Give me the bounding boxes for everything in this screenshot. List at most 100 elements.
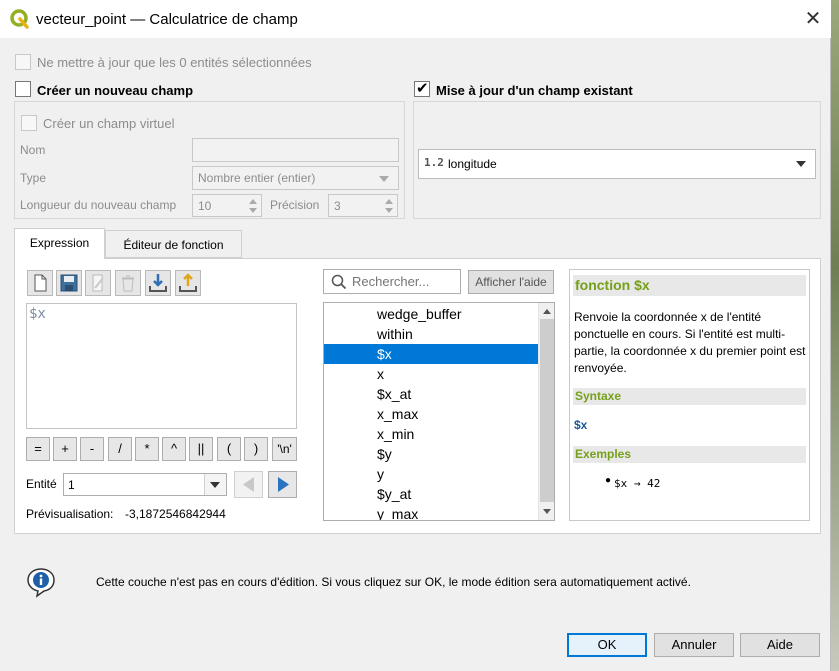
virtual-field-checkbox[interactable] xyxy=(21,115,37,131)
length-value: 10 xyxy=(198,199,212,213)
operator-equals-button[interactable]: = xyxy=(26,437,50,461)
field-calculator-dialog: vecteur_point — Calculatrice de champ ✕ … xyxy=(0,0,831,671)
chevron-down-icon xyxy=(210,482,220,488)
length-label: Longueur du nouveau champ xyxy=(20,198,177,212)
operator-plus-button[interactable]: + xyxy=(53,437,77,461)
scroll-up-icon[interactable] xyxy=(542,307,552,315)
arrow-left-icon xyxy=(243,477,254,492)
export-button[interactable] xyxy=(175,270,201,296)
window-title: vecteur_point — Calculatrice de champ xyxy=(36,11,298,28)
operator-concat-button[interactable]: || xyxy=(189,437,213,461)
entity-dropdown-button[interactable] xyxy=(204,474,226,495)
function-list-item[interactable]: $y xyxy=(324,444,538,464)
spin-arrows-icon[interactable] xyxy=(246,196,260,216)
expression-text: $x xyxy=(29,306,46,322)
function-list-item[interactable]: wedge_buffer xyxy=(324,304,538,324)
help-description: Renvoie la coordonnée x de l'entité ponc… xyxy=(574,310,806,375)
function-list-item[interactable]: $x_at xyxy=(324,384,538,404)
update-existing-field-checkbox[interactable] xyxy=(414,79,430,97)
entity-value: 1 xyxy=(68,478,75,492)
precision-label: Précision xyxy=(270,198,320,212)
help-examples-heading: Exemples xyxy=(573,446,806,463)
entity-label: Entité xyxy=(26,477,57,491)
operator-divide-button[interactable]: / xyxy=(108,437,132,461)
only-selected-label: Ne mettre à jour que les 0 entités sélec… xyxy=(37,55,312,70)
operator-open-paren-button[interactable]: ( xyxy=(217,437,241,461)
create-new-field-label: Créer un nouveau champ xyxy=(37,83,194,98)
close-icon[interactable]: ✕ xyxy=(796,2,830,36)
download-icon xyxy=(149,274,167,292)
operator-newline-button[interactable]: '\n' xyxy=(272,437,297,461)
tab-expression[interactable]: Expression xyxy=(14,228,105,259)
next-entity-button[interactable] xyxy=(268,471,297,498)
delete-button[interactable] xyxy=(115,270,141,296)
save-button[interactable] xyxy=(56,270,82,296)
help-title: fonction $x xyxy=(573,275,806,296)
function-list[interactable]: wedge_buffer within $x x $x_at x_max x_min $y y $… xyxy=(323,302,555,521)
virtual-field-label: Créer un champ virtuel xyxy=(43,116,175,131)
function-list-items: wedge_buffer within $x x $x_at x_max x_min $y y $… xyxy=(324,303,538,520)
operator-close-paren-button[interactable]: ) xyxy=(244,437,268,461)
save-icon xyxy=(60,274,78,292)
help-syntax-heading: Syntaxe xyxy=(573,388,806,405)
import-button[interactable] xyxy=(145,270,171,296)
existing-field-select[interactable]: 1.2 longitude xyxy=(418,149,816,179)
help-button[interactable]: Aide xyxy=(740,633,820,657)
new-file-button[interactable] xyxy=(27,270,53,296)
operator-multiply-button[interactable]: * xyxy=(135,437,159,461)
operator-minus-button[interactable]: - xyxy=(80,437,104,461)
update-existing-field-label: Mise à jour d'un champ existant xyxy=(436,83,633,98)
search-icon xyxy=(331,274,347,290)
edit-button[interactable] xyxy=(85,270,111,296)
preview-label: Prévisualisation: xyxy=(26,507,114,521)
precision-value: 3 xyxy=(334,199,341,213)
trash-icon xyxy=(122,275,134,292)
function-search-box[interactable] xyxy=(323,269,461,294)
name-input[interactable] xyxy=(192,138,399,162)
bullet-icon: ● xyxy=(605,475,612,486)
scroll-down-icon[interactable] xyxy=(542,508,552,516)
type-value: Nombre entier (entier) xyxy=(198,171,316,185)
name-label: Nom xyxy=(20,143,46,157)
info-icon xyxy=(27,568,55,598)
function-list-item[interactable]: within xyxy=(324,324,538,344)
operator-power-button[interactable]: ^ xyxy=(162,437,186,461)
show-help-button[interactable]: Afficher l'aide xyxy=(468,270,554,294)
function-list-scrollbar[interactable] xyxy=(538,303,554,520)
preview-value: -3,1872546842944 xyxy=(125,507,226,521)
tab-expression-label: Expression xyxy=(29,236,90,250)
type-select[interactable]: Nombre entier (entier) xyxy=(192,166,399,190)
function-list-item[interactable]: y xyxy=(324,464,538,484)
function-list-item[interactable]: $y_at xyxy=(324,484,538,504)
length-spinbox[interactable]: 10 xyxy=(192,194,262,217)
chevron-down-icon xyxy=(796,161,806,167)
field-type-badge: 1.2 xyxy=(424,156,444,169)
edit-mode-message: Cette couche n'est pas en cours d'éditio… xyxy=(96,575,691,589)
entity-select[interactable]: 1 xyxy=(63,473,227,496)
scrollbar-thumb[interactable] xyxy=(540,319,554,502)
expression-editor[interactable]: $x xyxy=(26,303,297,429)
function-search-input[interactable] xyxy=(352,272,456,291)
spin-arrows-icon[interactable] xyxy=(382,196,396,216)
cancel-button[interactable]: Annuler xyxy=(654,633,734,657)
function-list-item[interactable]: y_max xyxy=(324,504,538,520)
existing-field-value: longitude xyxy=(448,157,497,171)
tab-function-editor[interactable]: Éditeur de fonction xyxy=(105,230,242,258)
arrow-right-icon xyxy=(278,477,289,492)
function-list-item[interactable]: x_max xyxy=(324,404,538,424)
function-help-panel: fonction $x Renvoie la coordonnée x de l… xyxy=(569,269,810,521)
function-list-item[interactable]: $x xyxy=(324,344,538,364)
only-selected-checkbox[interactable] xyxy=(15,54,31,70)
ok-button[interactable]: OK xyxy=(567,633,647,657)
function-list-item[interactable]: x xyxy=(324,364,538,384)
help-syntax: $x xyxy=(574,418,588,432)
precision-spinbox[interactable]: 3 xyxy=(328,194,398,217)
chevron-down-icon xyxy=(379,176,389,182)
create-new-field-checkbox[interactable] xyxy=(15,81,31,97)
background-map-edge xyxy=(831,0,839,671)
edit-icon xyxy=(92,274,104,292)
previous-entity-button[interactable] xyxy=(234,471,263,498)
new-file-icon xyxy=(34,274,47,292)
upload-icon xyxy=(179,273,197,292)
function-list-item[interactable]: x_min xyxy=(324,424,538,444)
